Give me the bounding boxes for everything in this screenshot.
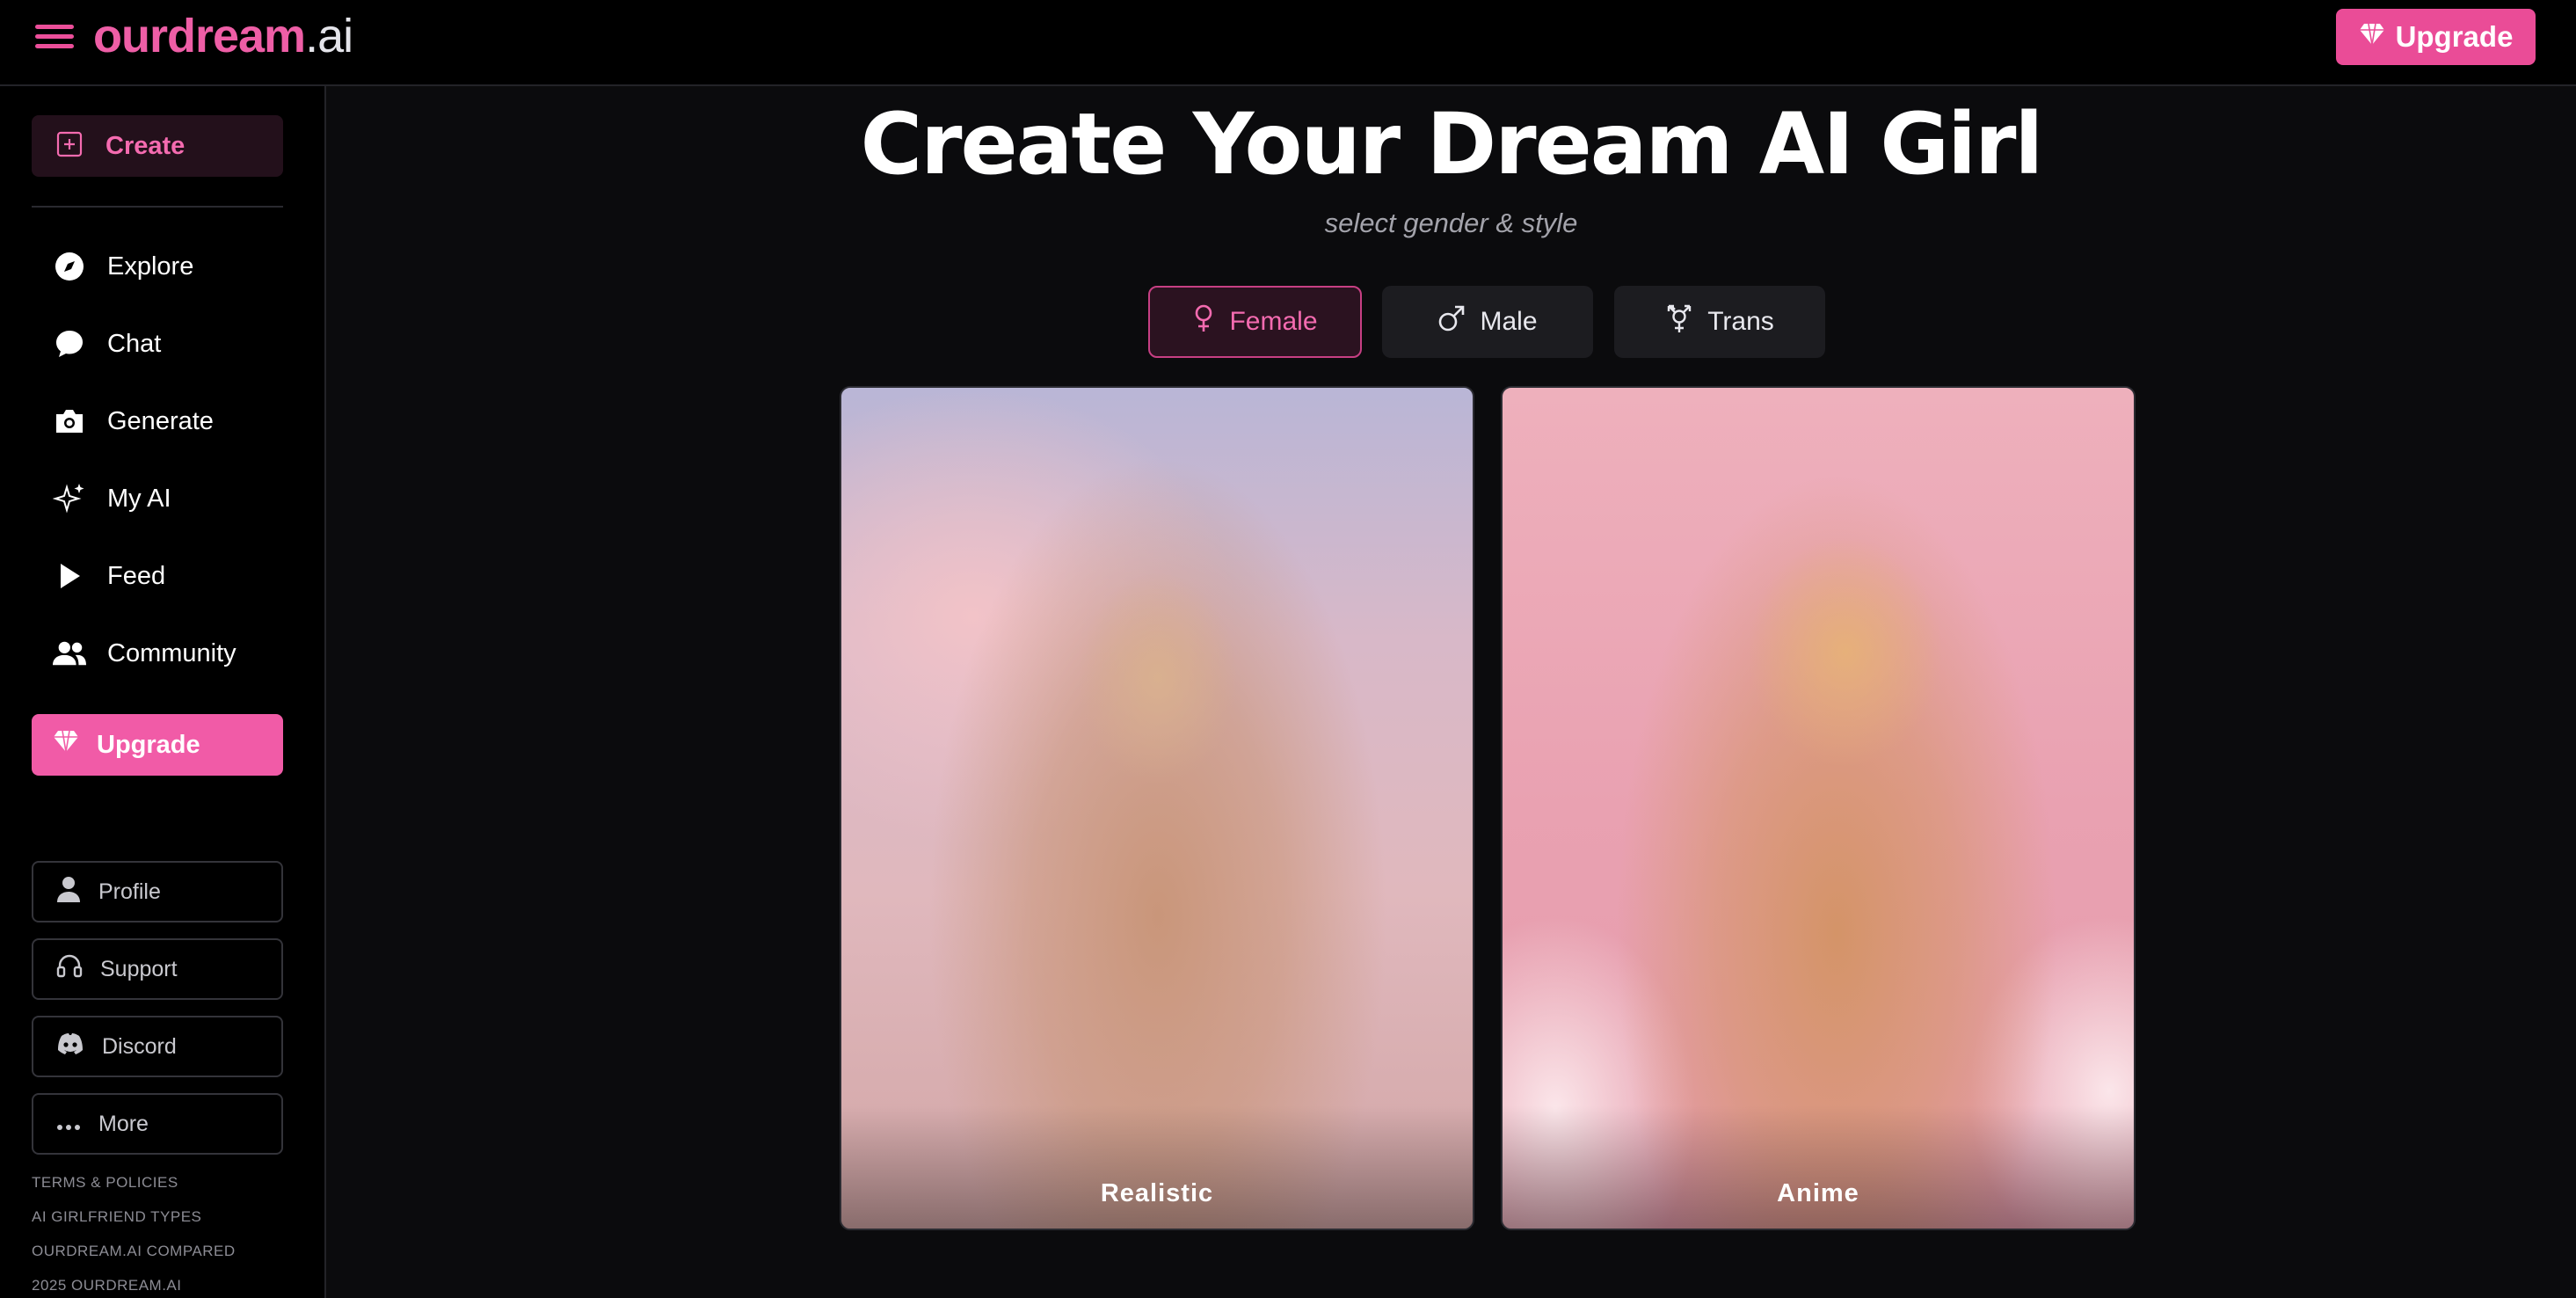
chat-bubble-icon (53, 327, 86, 361)
male-symbol-icon (1437, 304, 1466, 339)
person-icon (56, 876, 81, 908)
header-upgrade-button[interactable]: Upgrade (2336, 9, 2536, 65)
logo[interactable]: ourdream.ai (93, 5, 353, 67)
more-button[interactable]: More (32, 1093, 283, 1155)
discord-label: Discord (102, 1033, 177, 1059)
sidebar-item-my-ai[interactable]: My AI (32, 471, 283, 526)
card-shade (1503, 1105, 2134, 1229)
page-subtitle: select gender & style (1324, 208, 1578, 238)
plus-square-icon (56, 131, 83, 162)
sidebar-item-label: Explore (107, 252, 194, 281)
footer-link-terms[interactable]: TERMS & POLICIES (32, 1174, 178, 1192)
footer-link-girlfriend-types[interactable]: AI GIRLFRIEND TYPES (32, 1208, 201, 1226)
support-label: Support (100, 956, 178, 981)
users-icon (53, 637, 86, 670)
logo-main: ourdream (93, 10, 306, 62)
play-icon (53, 559, 86, 593)
sidebar-item-label: Community (107, 638, 236, 667)
sidebar-item-label: Generate (107, 406, 214, 435)
profile-button[interactable]: Profile (32, 861, 283, 922)
camera-icon (53, 405, 86, 438)
tab-label: Trans (1707, 307, 1774, 336)
compass-icon (53, 250, 86, 283)
diamond-icon (2359, 20, 2385, 54)
style-card-realistic[interactable]: Realistic (840, 386, 1474, 1230)
sparkle-icon (53, 482, 86, 515)
profile-label: Profile (98, 879, 161, 904)
discord-button[interactable]: Discord (32, 1016, 283, 1077)
discord-icon (56, 1032, 84, 1061)
sidebar-item-label: My AI (107, 484, 171, 513)
more-label: More (98, 1111, 149, 1136)
diamond-icon (53, 729, 79, 761)
tab-label: Female (1229, 307, 1318, 336)
style-label: Anime (1777, 1179, 1859, 1207)
sidebar-item-community[interactable]: Community (32, 626, 283, 681)
header-upgrade-label: Upgrade (2395, 20, 2514, 53)
sidebar-item-label: Chat (107, 329, 162, 358)
support-button[interactable]: Support (32, 938, 283, 1000)
headset-icon (56, 953, 83, 986)
tab-male[interactable]: Male (1382, 286, 1593, 358)
tab-trans[interactable]: Trans (1614, 286, 1825, 358)
page-title: Create Your Dream AI Girl (860, 95, 2044, 193)
logo-tld: .ai (305, 10, 353, 62)
style-card-anime[interactable]: Anime (1501, 386, 2136, 1230)
tab-label: Male (1480, 307, 1538, 336)
footer-link-compared[interactable]: OURDREAM.AI COMPARED (32, 1243, 236, 1260)
tab-female[interactable]: Female (1148, 286, 1362, 358)
card-shade (841, 1105, 1473, 1229)
sidebar: Create Explore Chat Generate My AI Feed (0, 86, 326, 1298)
sidebar-item-chat[interactable]: Chat (32, 317, 283, 371)
sidebar-upgrade-label: Upgrade (97, 730, 200, 759)
create-label: Create (106, 131, 186, 160)
female-symbol-icon (1192, 303, 1215, 340)
style-label: Realistic (1100, 1179, 1214, 1207)
sidebar-item-explore[interactable]: Explore (32, 239, 283, 294)
sidebar-item-feed[interactable]: Feed (32, 549, 283, 603)
footer-copyright: 2025 OURDREAM.AI (32, 1277, 182, 1294)
trans-symbol-icon (1665, 303, 1693, 341)
sidebar-item-generate[interactable]: Generate (32, 394, 283, 448)
top-bar: ourdream.ai Upgrade (0, 0, 2576, 86)
create-button[interactable]: Create (32, 115, 283, 177)
sidebar-upgrade-button[interactable]: Upgrade (32, 714, 283, 776)
more-dots-icon (56, 1112, 81, 1137)
sidebar-divider (32, 206, 283, 208)
sidebar-item-label: Feed (107, 561, 166, 590)
hamburger-menu-icon[interactable] (35, 21, 76, 53)
